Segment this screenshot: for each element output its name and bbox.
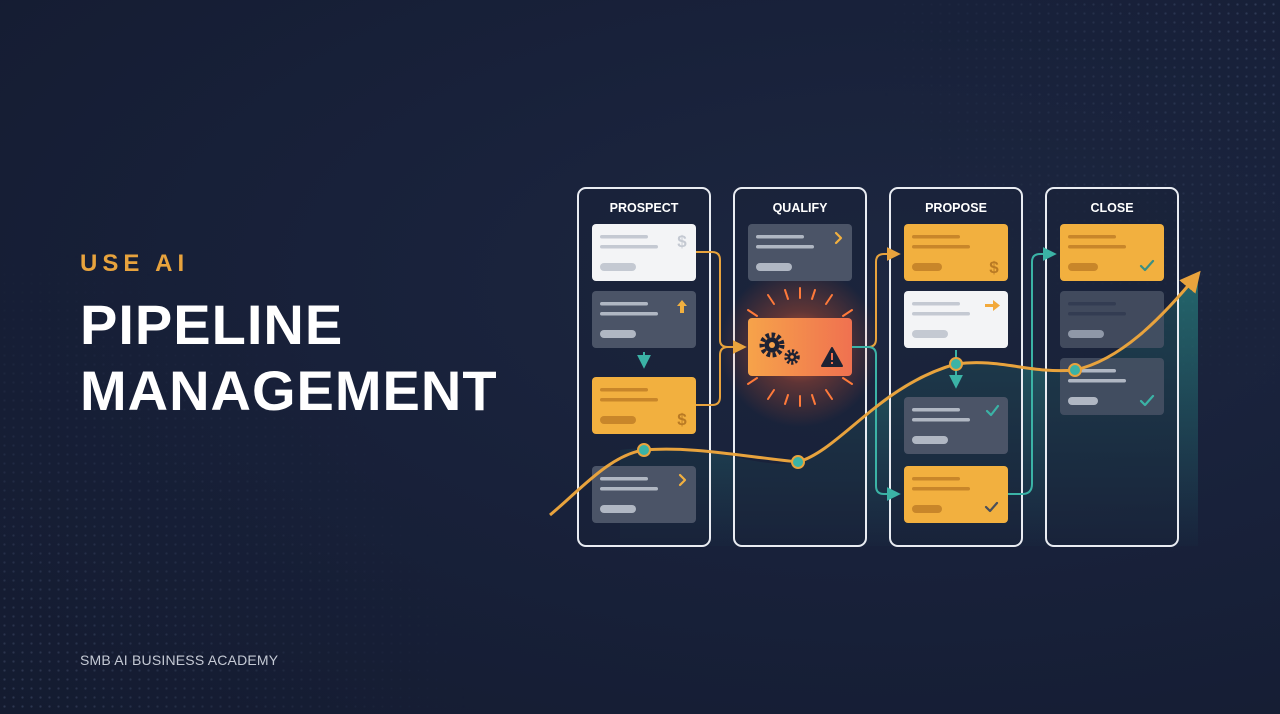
stage-title-qualify: QUALIFY xyxy=(773,201,829,215)
pipeline-diagram: PROSPECT QUALIFY PROPOSE CLOSE $ $ $ xyxy=(549,187,1201,547)
dollar-icon: $ xyxy=(989,258,999,277)
card-close-1[interactable] xyxy=(1060,224,1164,281)
stage-title-close: CLOSE xyxy=(1090,201,1133,215)
card-prospect-2[interactable] xyxy=(592,291,696,348)
card-prospect-3[interactable]: $ xyxy=(592,377,696,434)
dollar-icon: $ xyxy=(677,410,687,429)
card-prospect-4[interactable] xyxy=(592,466,696,523)
card-propose-2[interactable] xyxy=(904,291,1008,348)
dollar-icon: $ xyxy=(677,232,687,251)
stage-title-propose: PROPOSE xyxy=(925,201,987,215)
card-prospect-1[interactable]: $ xyxy=(592,224,696,281)
card-propose-3[interactable] xyxy=(904,397,1008,454)
stage-title-prospect: PROSPECT xyxy=(610,201,679,215)
card-close-2[interactable] xyxy=(1060,291,1164,348)
card-propose-1[interactable]: $ xyxy=(904,224,1008,281)
card-propose-4[interactable] xyxy=(904,466,1008,523)
ai-processing-card[interactable] xyxy=(748,318,852,376)
card-qualify-1[interactable] xyxy=(748,224,852,281)
